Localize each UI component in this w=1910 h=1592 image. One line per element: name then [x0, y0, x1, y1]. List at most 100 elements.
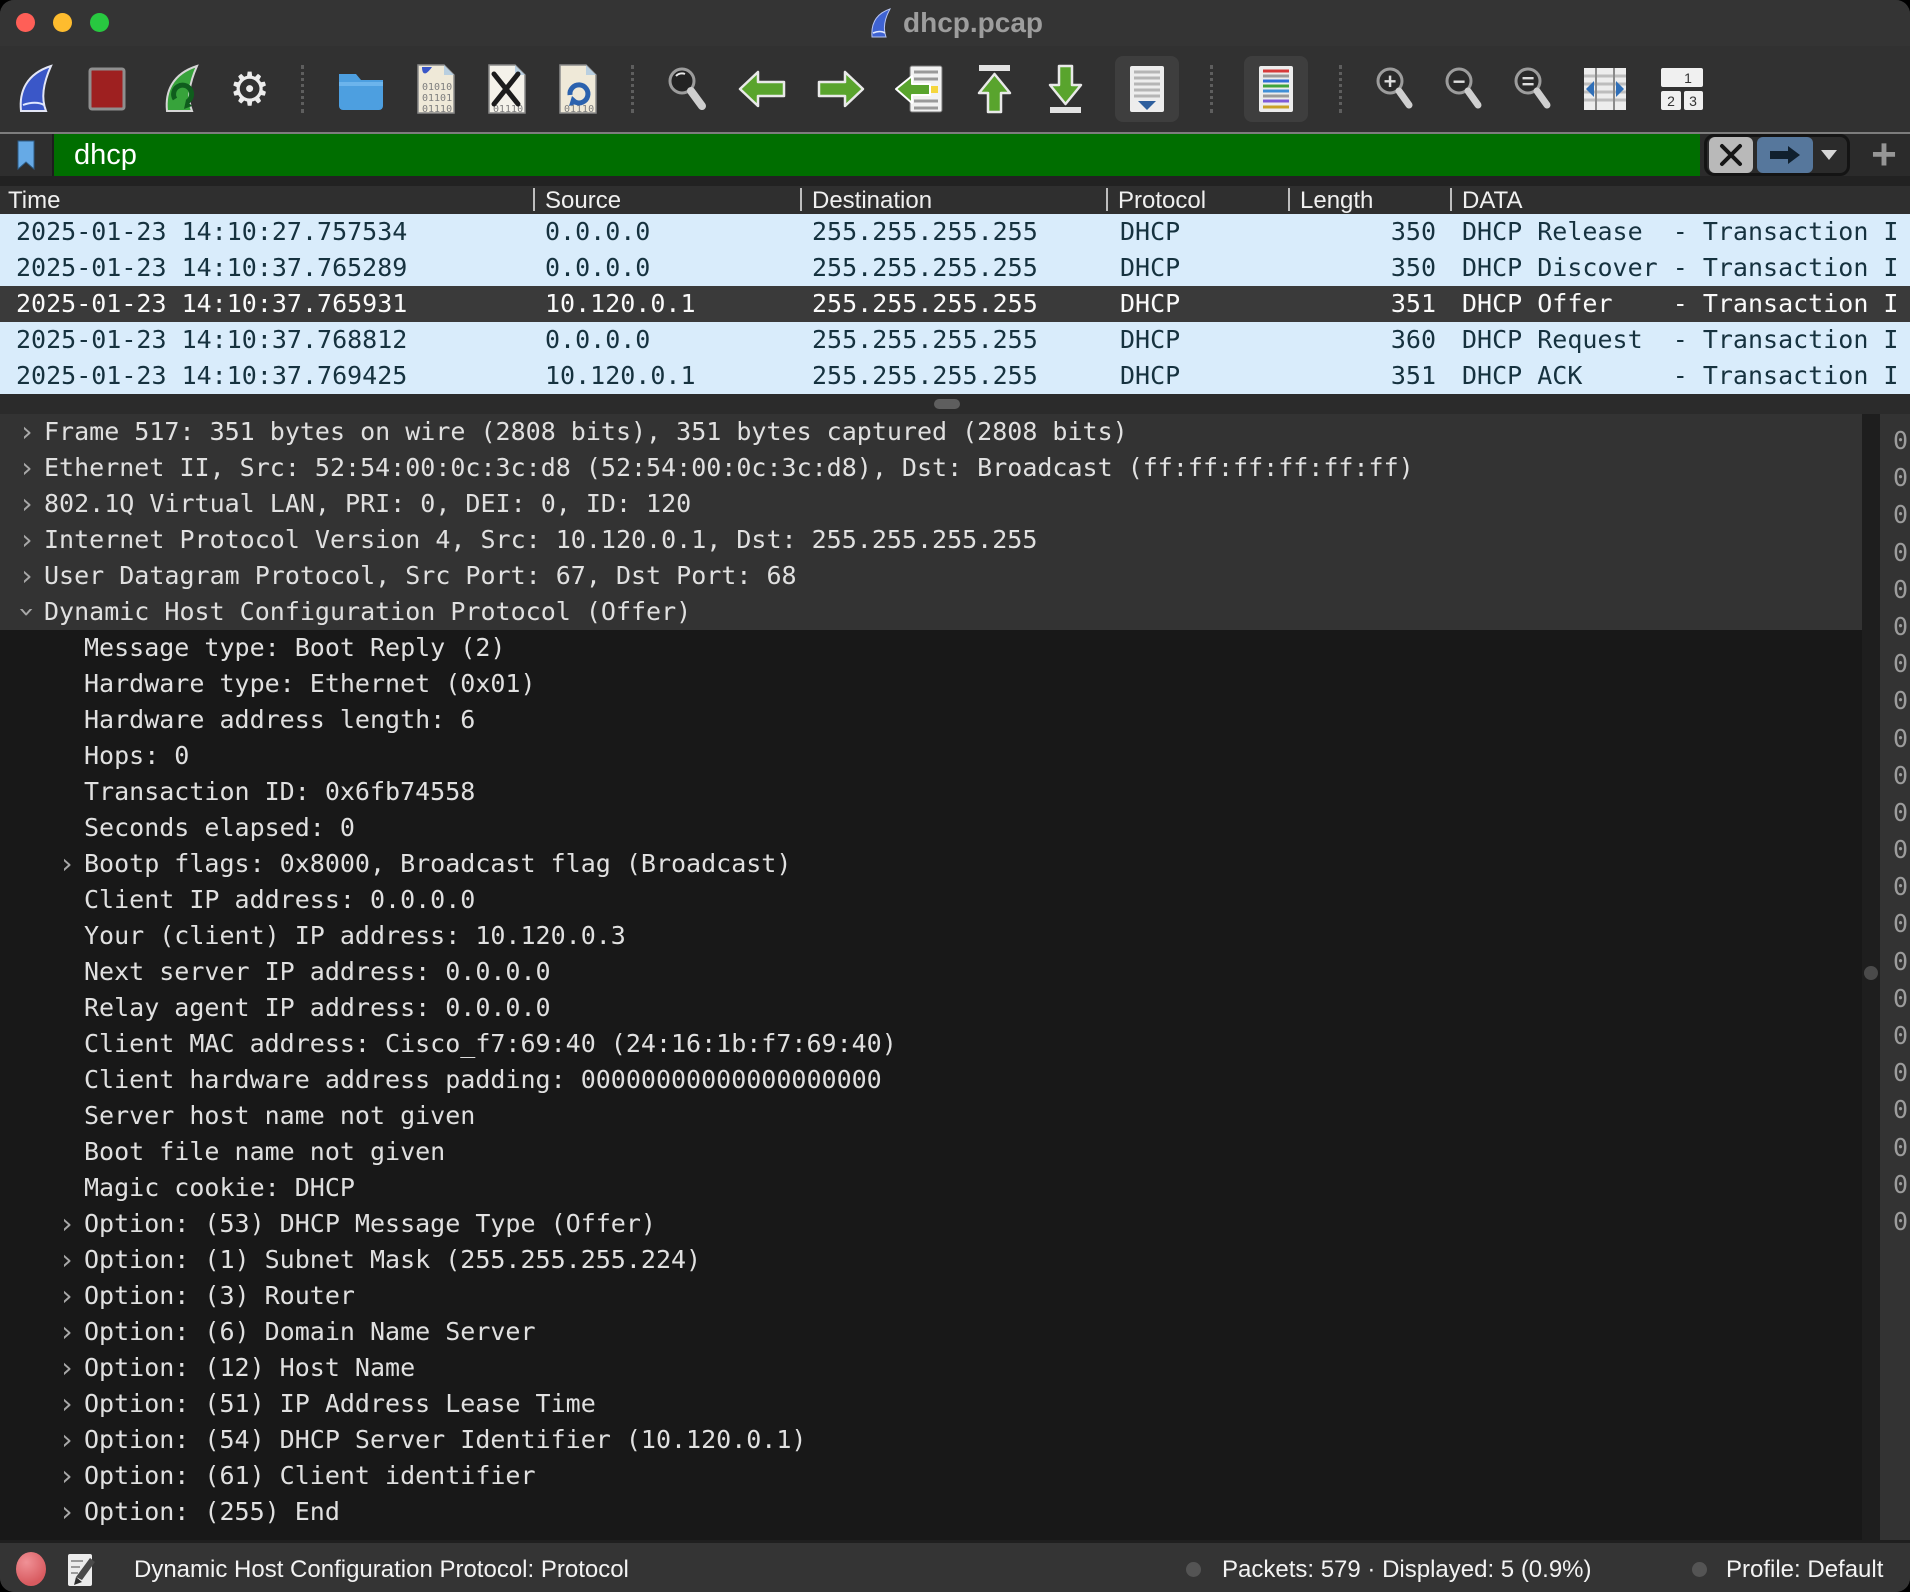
detail-tree-row[interactable]: Server host name not given [0, 1098, 1862, 1134]
display-filter-input[interactable] [54, 134, 1700, 176]
detail-tree-row[interactable]: Your (client) IP address: 10.120.0.3 [0, 918, 1862, 954]
hex-offset-row[interactable]: 0 [1893, 1017, 1910, 1054]
zoom-in-button[interactable]: + [1373, 65, 1415, 113]
detail-tree-row[interactable]: Magic cookie: DHCP [0, 1170, 1862, 1206]
hex-offset-row[interactable]: 0 [1893, 496, 1910, 533]
column-header-length[interactable]: Length [1300, 187, 1373, 215]
hex-offset-row[interactable]: 0 [1893, 571, 1910, 608]
column-divider[interactable] [1288, 188, 1290, 211]
reload-file-button[interactable]: 01110 [556, 62, 600, 116]
detail-tree-row[interactable]: ›Option: (54) DHCP Server Identifier (10… [0, 1422, 1862, 1458]
hex-offset-row[interactable]: 0 [1893, 608, 1910, 645]
expander-closed-icon[interactable]: › [50, 1278, 84, 1314]
close-file-button[interactable]: 01110 [485, 62, 529, 116]
colorize-packets-button[interactable] [1244, 56, 1308, 122]
splitter-handle[interactable] [934, 399, 960, 409]
detail-tree-row[interactable]: Transaction ID: 0x6fb74558 [0, 774, 1862, 810]
detail-tree-row[interactable]: Hardware type: Ethernet (0x01) [0, 666, 1862, 702]
detail-tree-row[interactable]: ›Option: (53) DHCP Message Type (Offer) [0, 1206, 1862, 1242]
save-file-button[interactable]: 01010 01101 01110 [414, 62, 458, 116]
detail-tree-row[interactable]: Seconds elapsed: 0 [0, 810, 1862, 846]
expander-closed-icon[interactable]: › [50, 1386, 84, 1422]
expander-closed-icon[interactable]: › [10, 558, 44, 594]
hex-offset-row[interactable]: 0 [1893, 1203, 1910, 1240]
hex-offset-row[interactable]: 0 [1893, 831, 1910, 868]
column-divider[interactable] [1450, 188, 1452, 211]
filter-bookmark-button[interactable] [0, 134, 54, 176]
restart-capture-button[interactable] [156, 63, 202, 115]
filter-apply-button[interactable] [1757, 137, 1813, 173]
column-header-source[interactable]: Source [545, 187, 621, 215]
hex-offset-row[interactable]: 0 [1893, 459, 1910, 496]
detail-tree-row[interactable]: ›Option: (255) End [0, 1494, 1862, 1530]
column-header-protocol[interactable]: Protocol [1118, 187, 1206, 215]
pane-splitter[interactable] [0, 394, 1910, 414]
layout-button[interactable]: 1 2 3 [1657, 65, 1707, 113]
expander-closed-icon[interactable]: › [50, 1458, 84, 1494]
detail-tree-row[interactable]: ›Option: (3) Router [0, 1278, 1862, 1314]
detail-tree-row[interactable]: Client IP address: 0.0.0.0 [0, 882, 1862, 918]
detail-tree-row[interactable]: ›Option: (12) Host Name [0, 1350, 1862, 1386]
hex-offset-row[interactable]: 0 [1893, 1166, 1910, 1203]
capture-options-button[interactable]: ⚙ [229, 66, 270, 112]
zoom-reset-button[interactable]: = [1511, 65, 1553, 113]
detail-tree-row[interactable]: ›Option: (51) IP Address Lease Time [0, 1386, 1862, 1422]
detail-scrollbar[interactable] [1862, 414, 1880, 1540]
filter-history-dropdown[interactable] [1813, 137, 1845, 173]
expander-closed-icon[interactable]: › [10, 450, 44, 486]
detail-tree-row[interactable]: ›Ethernet II, Src: 52:54:00:0c:3c:d8 (52… [0, 450, 1862, 486]
detail-tree-row[interactable]: ›Frame 517: 351 bytes on wire (2808 bits… [0, 414, 1862, 450]
detail-tree-row[interactable]: Hardware address length: 6 [0, 702, 1862, 738]
hex-offset-row[interactable]: 0 [1893, 868, 1910, 905]
detail-tree-row[interactable]: Message type: Boot Reply (2) [0, 630, 1862, 666]
expander-closed-icon[interactable]: › [50, 1422, 84, 1458]
expander-closed-icon[interactable]: › [10, 414, 44, 450]
packet-row[interactable]: 2025-01-23 14:10:27.7575340.0.0.0255.255… [0, 214, 1910, 250]
hex-offset-row[interactable]: 0 [1893, 757, 1910, 794]
status-profile[interactable]: Profile: Default [1726, 1556, 1883, 1584]
hex-offset-row[interactable]: 0 [1893, 905, 1910, 942]
packet-row[interactable]: 2025-01-23 14:10:37.76593110.120.0.1255.… [0, 286, 1910, 322]
go-to-packet-button[interactable] [894, 63, 946, 115]
column-header-destination[interactable]: Destination [812, 187, 932, 215]
column-divider[interactable] [533, 188, 535, 211]
column-header-time[interactable]: Time [8, 187, 60, 215]
auto-scroll-button[interactable] [1115, 56, 1179, 122]
packet-row[interactable]: 2025-01-23 14:10:37.7652890.0.0.0255.255… [0, 250, 1910, 286]
capture-comment-button[interactable] [66, 1552, 96, 1592]
detail-tree-row[interactable]: Boot file name not given [0, 1134, 1862, 1170]
detail-tree-row[interactable]: Client hardware address padding: 0000000… [0, 1062, 1862, 1098]
packet-row[interactable]: 2025-01-23 14:10:37.7688120.0.0.0255.255… [0, 322, 1910, 358]
expander-closed-icon[interactable]: › [10, 486, 44, 522]
hex-offset-row[interactable]: 0 [1893, 645, 1910, 682]
column-divider[interactable] [1106, 188, 1108, 211]
detail-tree-row[interactable]: Client MAC address: Cisco_f7:69:40 (24:1… [0, 1026, 1862, 1062]
detail-tree-row[interactable]: ›Bootp flags: 0x8000, Broadcast flag (Br… [0, 846, 1862, 882]
expander-closed-icon[interactable]: › [50, 1350, 84, 1386]
hex-offset-row[interactable]: 0 [1893, 1129, 1910, 1166]
hex-offset-row[interactable]: 0 [1893, 682, 1910, 719]
expander-closed-icon[interactable]: › [50, 1206, 84, 1242]
hex-offset-row[interactable]: 0 [1893, 422, 1910, 459]
detail-tree-row[interactable]: Next server IP address: 0.0.0.0 [0, 954, 1862, 990]
hex-offset-row[interactable]: 0 [1893, 534, 1910, 571]
expander-closed-icon[interactable]: › [10, 522, 44, 558]
detail-tree-row[interactable]: ›802.1Q Virtual LAN, PRI: 0, DEI: 0, ID:… [0, 486, 1862, 522]
go-back-button[interactable] [736, 67, 788, 111]
filter-add-button[interactable]: + [1862, 134, 1906, 176]
hex-offset-row[interactable]: 0 [1893, 943, 1910, 980]
column-header-data[interactable]: DATA [1462, 187, 1522, 215]
resize-columns-button[interactable] [1580, 65, 1630, 113]
packet-row[interactable]: 2025-01-23 14:10:37.76942510.120.0.1255.… [0, 358, 1910, 394]
detail-tree-row[interactable]: ›Dynamic Host Configuration Protocol (Of… [0, 594, 1862, 630]
filter-clear-button[interactable] [1709, 137, 1753, 173]
open-file-button[interactable] [335, 66, 387, 112]
go-forward-button[interactable] [815, 67, 867, 111]
find-packet-button[interactable] [665, 64, 709, 114]
detail-tree-row[interactable]: ›Internet Protocol Version 4, Src: 10.12… [0, 522, 1862, 558]
detail-tree-row[interactable]: ›Option: (1) Subnet Mask (255.255.255.22… [0, 1242, 1862, 1278]
stop-capture-button[interactable] [85, 65, 129, 113]
hex-offset-row[interactable]: 0 [1893, 794, 1910, 831]
hex-offset-row[interactable]: 0 [1893, 1091, 1910, 1128]
hex-offset-row[interactable]: 0 [1893, 980, 1910, 1017]
